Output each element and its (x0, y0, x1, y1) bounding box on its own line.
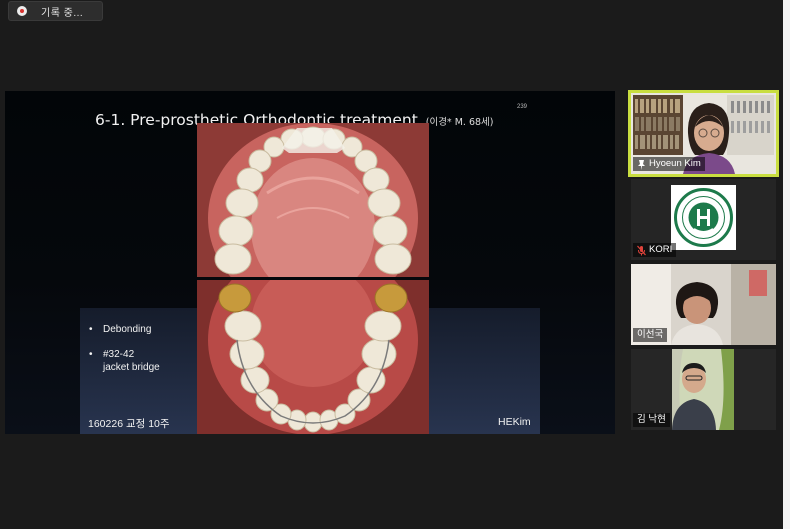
slide-title-sub: (이경* M. 68세) (425, 117, 494, 128)
participant-tile-lee-seonguk[interactable]: 이선국 (631, 264, 776, 345)
window-edge (783, 0, 790, 529)
bullet-item: • #32-42 jacket bridge (89, 349, 160, 373)
slide-footer-date: 160226 교정 10주 (88, 418, 170, 430)
participant-tile-kim-nakhyun[interactable]: 김 낙현 (631, 349, 776, 430)
mic-muted-icon (637, 245, 646, 255)
participant-name-label: KORI (633, 243, 677, 257)
participant-name-label: Hyoeun Kim (633, 157, 705, 171)
lower-arch-photo (197, 280, 429, 434)
bullet-item: • Debonding (89, 324, 152, 335)
recording-indicator[interactable]: 기록 중... (8, 1, 103, 21)
participant-tile-kori[interactable]: KORI (631, 179, 776, 260)
participant-tile-hyoeun-kim[interactable]: Hyoeun Kim (628, 90, 779, 177)
participant-name: 이선국 (637, 329, 664, 340)
recording-icon (17, 6, 27, 16)
kori-logo-card (671, 185, 736, 250)
participant-name: KORI (649, 244, 673, 255)
slide-footer-author: HEKim (498, 416, 531, 428)
bullet-text: Debonding (103, 324, 152, 335)
participant-name-label: 김 낙현 (633, 413, 670, 427)
slide-number: 239 (517, 104, 528, 110)
slide-bullets: • Debonding • #32-42 jacket bridge (89, 323, 160, 386)
upper-arch-photo (197, 123, 429, 277)
participant-name: Hyoeun Kim (649, 158, 701, 169)
kori-logo (674, 188, 733, 247)
recording-label: 기록 중... (41, 7, 84, 19)
participant-name-label: 이선국 (633, 328, 668, 342)
participant-name: 김 낙현 (637, 414, 666, 425)
bullet-text: #32-42 jacket bridge (103, 349, 160, 373)
pin-icon (638, 159, 645, 170)
shared-screen: 6-1. Pre-prosthetic Orthodontic treatmen… (5, 91, 615, 434)
